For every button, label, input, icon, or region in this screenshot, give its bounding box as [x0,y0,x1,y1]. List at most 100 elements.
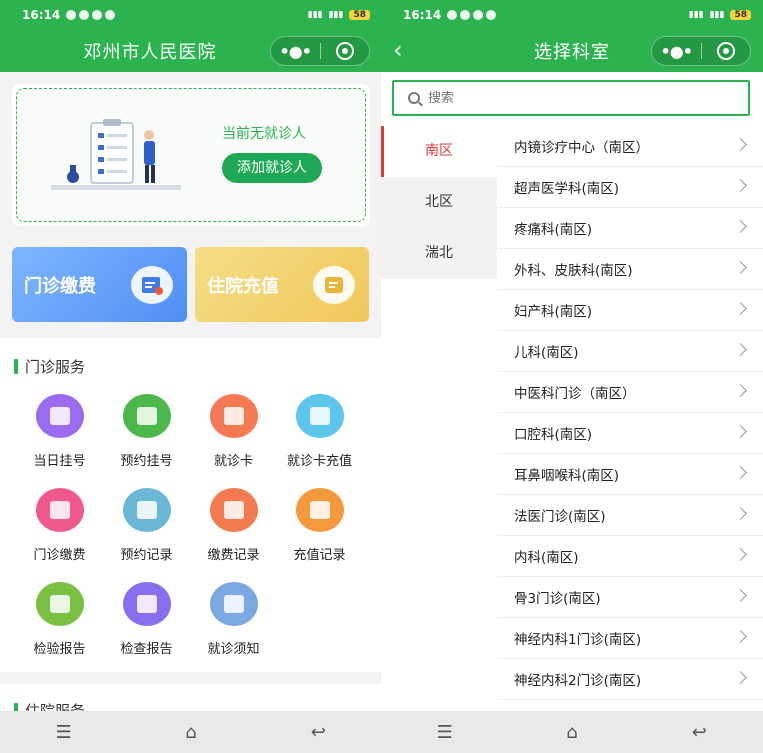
service-icon [209,582,258,626]
chevron-right-icon [734,425,747,438]
more-icon[interactable]: •●• [652,42,701,61]
chevron-right-icon [734,384,747,397]
service-icon [35,582,84,626]
status-right: ▮▮▮ ▮▮▮ 58 [689,10,751,20]
status-bar: 16:14 ▮▮▮ ▮▮▮ 58 [0,0,382,30]
service-icon [35,394,84,438]
service-item[interactable]: 就诊卡充值 [272,394,367,469]
service-icon [209,488,258,532]
chevron-right-icon [734,179,747,192]
system-nav-bar: ☰ ⌂ ↩ [381,711,763,753]
status-bar: 16:14 ▮▮▮ ▮▮▮ 58 [381,0,763,30]
service-item[interactable]: 就诊卡 [186,394,281,469]
department-label: 骨3门诊(南区) [514,591,601,607]
service-label: 就诊卡充值 [286,454,352,469]
service-item[interactable]: 就诊须知 [186,582,281,657]
service-item[interactable]: 当日挂号 [12,394,107,469]
notification-icons [66,10,116,20]
service-item[interactable]: 检验报告 [12,582,107,657]
service-item[interactable]: 充值记录 [272,488,367,563]
status-right: ▮▮▮ ▮▮▮ 58 [308,10,370,20]
hospital-recharge-tile[interactable]: 住院充值 [195,247,369,322]
clinic-service-section: 门诊服务 当日挂号 预约挂号 就诊卡 就诊卡充值门诊缴费 预约记录 缴费记录 充值记录检验报… [0,338,382,672]
page-title: 邓州市人民医院 [83,42,217,63]
home-icon[interactable]: ⌂ [171,722,211,743]
home-icon[interactable]: ⌂ [552,722,592,743]
back-icon[interactable]: ↩ [298,722,338,743]
add-patient-button[interactable]: 添加就诊人 [222,153,322,183]
department-item[interactable]: 疼痛科(南区) [497,208,763,249]
district-tab[interactable]: 南区 [381,126,497,177]
service-label: 预约记录 [120,548,173,563]
chevron-right-icon [734,138,747,151]
department-label: 神经内科2门诊(南区) [514,673,642,689]
close-miniapp-icon[interactable] [701,42,750,60]
more-icon[interactable]: •●• [271,42,320,61]
department-item[interactable]: 儿科(南区) [497,331,763,372]
menu-icon[interactable]: ☰ [425,722,465,743]
department-item[interactable]: 外科、皮肤科(南区) [497,249,763,290]
menu-icon[interactable]: ☰ [44,722,84,743]
service-item[interactable]: 预约挂号 [99,394,194,469]
section-title: 门诊服务 [14,356,85,377]
department-item[interactable]: 内镜诊疗中心（南区） [497,126,763,167]
service-item[interactable]: 预约记录 [99,488,194,563]
department-label: 妇产科(南区) [514,304,593,320]
clinic-payment-tile[interactable]: 门诊缴费 [12,247,187,322]
service-label: 预约挂号 [120,454,173,469]
department-item[interactable]: 神经内科1门诊(南区) [497,618,763,659]
department-label: 疼痛科(南区) [514,222,593,238]
department-label: 耳鼻咽喉科(南区) [514,468,620,484]
status-time: 16:14 [403,8,442,22]
department-item[interactable]: 妇产科(南区) [497,290,763,331]
service-item[interactable]: 门诊缴费 [12,488,107,563]
home-screen: 16:14 ▮▮▮ ▮▮▮ 58 邓州市人民医院 •●• 当前无就诊人 添加就诊… [0,0,382,753]
service-label: 就诊卡 [213,454,253,469]
system-nav-bar: ☰ ⌂ ↩ [0,711,382,753]
service-icon [295,488,344,532]
search-input[interactable] [428,90,708,106]
back-icon[interactable]: ↩ [679,722,719,743]
service-item[interactable]: 缴费记录 [186,488,281,563]
search-icon [408,92,420,104]
chevron-right-icon [734,466,747,479]
department-item[interactable]: 超声医学科(南区) [497,167,763,208]
notification-icons [447,10,497,20]
department-item[interactable]: 神经内科2门诊(南区) [497,659,763,700]
department-item[interactable]: 耳鼻咽喉科(南区) [497,454,763,495]
miniapp-capsule: •●• [270,36,370,66]
chevron-right-icon [734,671,747,684]
navbar: ‹ 选择科室 •●• [381,30,763,72]
department-label: 超声医学科(南区) [514,181,620,197]
service-label: 缴费记录 [207,548,260,563]
close-miniapp-icon[interactable] [320,42,369,60]
service-icon [122,488,171,532]
chevron-right-icon [734,302,747,315]
payment-card-icon [131,266,173,304]
patient-card: 当前无就诊人 添加就诊人 [12,84,370,226]
department-label: 内镜诊疗中心（南区） [514,140,649,156]
chevron-right-icon [734,343,747,356]
miniapp-capsule: •●• [651,36,751,66]
service-item[interactable]: 检查报告 [99,582,194,657]
department-item[interactable]: 内科(南区) [497,536,763,577]
department-label: 法医门诊(南区) [514,509,606,525]
department-item[interactable]: 口腔科(南区) [497,413,763,454]
district-tab[interactable]: 湍北 [381,228,497,279]
department-item[interactable]: 骨3门诊(南区) [497,577,763,618]
department-item[interactable]: 中医科门诊（南区） [497,372,763,413]
department-label: 外科、皮肤科(南区) [514,263,633,279]
signal-icon-2: ▮▮▮ [709,10,725,20]
department-label: 儿科(南区) [514,345,579,361]
chevron-right-icon [734,589,747,602]
district-tab[interactable]: 北区 [381,177,497,228]
search-box[interactable] [392,80,750,116]
service-label: 检查报告 [120,642,173,657]
chevron-right-icon [734,261,747,274]
battery-indicator: 58 [730,10,751,20]
department-label: 中医科门诊（南区） [514,386,636,402]
district-list-filler [381,279,497,719]
no-patient-text: 当前无就诊人 [222,126,306,142]
department-item[interactable]: 法医门诊(南区) [497,495,763,536]
department-label: 口腔科(南区) [514,427,593,443]
